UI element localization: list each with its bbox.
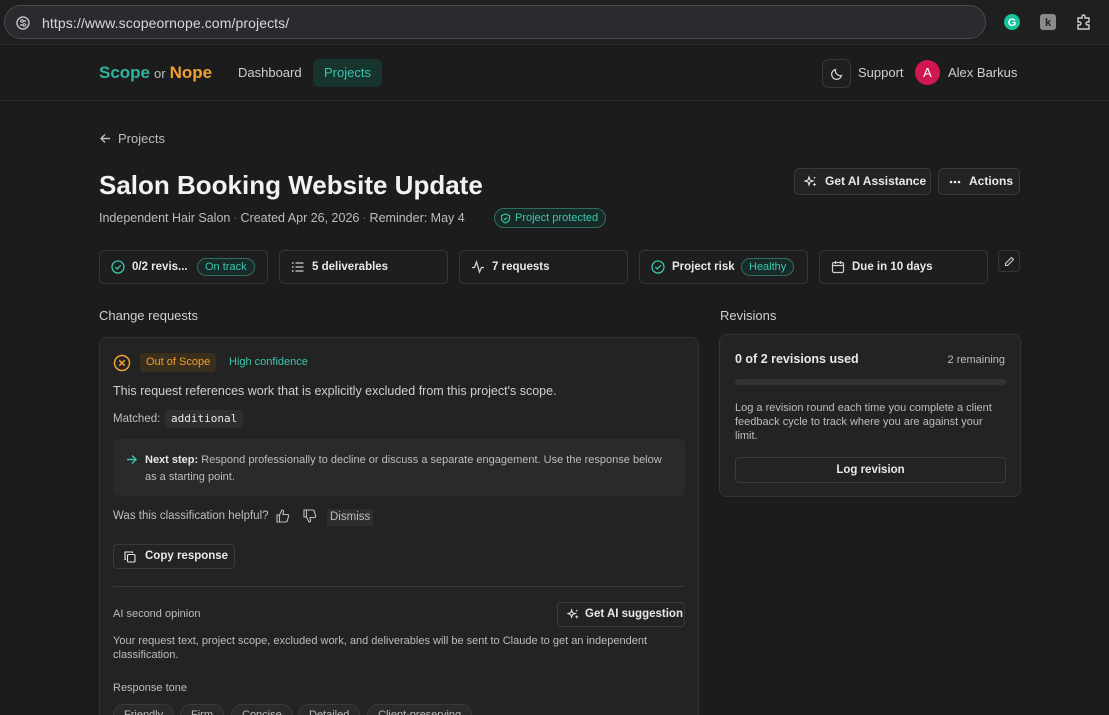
stat-revisions-label: 0/2 revis... xyxy=(132,261,188,273)
svg-text:G: G xyxy=(1008,17,1017,29)
tone-chip-detailed[interactable]: Detailed xyxy=(298,704,361,715)
divider xyxy=(113,586,685,587)
next-step-body: Respond professionally to decline or dis… xyxy=(145,454,662,483)
k-extension-icon[interactable]: k xyxy=(1039,13,1057,31)
puzzle-icon[interactable] xyxy=(1075,13,1093,31)
project-protected-badge: Project protected xyxy=(494,208,607,228)
matched-term: additional xyxy=(165,410,244,428)
activity-icon xyxy=(472,260,484,274)
copy-icon xyxy=(124,551,136,563)
stat-due-label: Due in 10 days xyxy=(852,261,933,273)
avatar[interactable]: A xyxy=(915,60,940,85)
page-title: Salon Booking Website Update xyxy=(99,170,483,200)
list-icon xyxy=(291,262,304,272)
nav-dashboard[interactable]: Dashboard xyxy=(230,59,310,87)
site-info-icon[interactable] xyxy=(15,15,31,31)
arrow-right-icon xyxy=(127,455,137,464)
thumbs-down-icon[interactable] xyxy=(302,508,318,524)
thumbs-up-icon[interactable] xyxy=(275,508,291,524)
user-name[interactable]: Alex Barkus xyxy=(948,65,1017,80)
calendar-icon xyxy=(831,261,845,274)
helpful-question: Was this classification helpful? xyxy=(113,510,269,522)
grammarly-icon[interactable]: G xyxy=(1003,13,1021,31)
pencil-icon xyxy=(1004,256,1015,267)
confidence-label: High confidence xyxy=(229,356,308,368)
support-link[interactable]: Support xyxy=(858,65,904,80)
status-badge: On track xyxy=(197,258,255,276)
theme-toggle-button[interactable] xyxy=(822,59,851,88)
created-date: Created Apr 26, 2026 xyxy=(240,211,360,225)
revisions-progress-bar xyxy=(735,379,1006,385)
app-header: Scope or Nope Dashboard Projects Support xyxy=(0,46,1109,101)
stat-risk[interactable]: Project risk Healthy xyxy=(639,250,808,284)
copy-response-button[interactable]: Copy response xyxy=(113,544,235,569)
get-ai-suggestion-label: Get AI suggestion xyxy=(585,608,683,620)
edit-button[interactable] xyxy=(998,250,1020,272)
address-bar[interactable]: https://www.scopeornope.com/projects/ xyxy=(4,5,986,39)
next-step-box: Next step: Respond professionally to dec… xyxy=(113,439,685,496)
copy-response-label: Copy response xyxy=(145,550,229,562)
get-ai-assistance-label: Get AI Assistance xyxy=(825,174,927,188)
sparkles-icon xyxy=(567,608,579,619)
logo[interactable]: Scope or Nope xyxy=(99,63,212,83)
risk-badge: Healthy xyxy=(741,258,795,276)
x-circle-icon xyxy=(113,354,131,372)
logo-or: or xyxy=(154,66,166,81)
logo-scope: Scope xyxy=(99,63,151,82)
next-step-label: Next step: xyxy=(145,454,199,466)
stat-risk-label: Project risk xyxy=(672,261,735,273)
change-requests-heading: Change requests xyxy=(99,308,199,323)
tone-chip-friendly[interactable]: Friendly xyxy=(113,704,175,715)
revisions-remaining: 2 remaining xyxy=(947,354,1005,366)
check-circle-icon xyxy=(111,260,125,274)
nav-projects[interactable]: Projects xyxy=(313,59,382,87)
arrow-left-icon xyxy=(100,134,110,143)
url-text[interactable]: https://www.scopeornope.com/projects/ xyxy=(42,15,289,31)
svg-text:k: k xyxy=(1045,17,1052,29)
stat-requests[interactable]: 7 requests xyxy=(459,250,628,284)
request-description: This request references work that is exp… xyxy=(113,384,557,398)
moon-icon xyxy=(830,68,843,81)
actions-label: Actions xyxy=(969,174,1014,188)
stat-requests-label: 7 requests xyxy=(492,261,550,273)
out-of-scope-badge: Out of Scope xyxy=(140,353,217,372)
logo-nope: Nope xyxy=(169,63,213,82)
stat-deliverables[interactable]: 5 deliverables xyxy=(279,250,448,284)
dismiss-button[interactable]: Dismiss xyxy=(327,509,374,526)
client-name: Independent Hair Salon xyxy=(99,211,231,225)
tone-chip-client-preserving[interactable]: Client-preserving xyxy=(367,704,473,715)
second-opinion-label: AI second opinion xyxy=(113,608,201,620)
tone-chip-firm[interactable]: Firm xyxy=(180,704,224,715)
get-ai-suggestion-button[interactable]: Get AI suggestion xyxy=(557,602,685,627)
project-meta: Independent Hair Salon · Created Apr 26, 2… xyxy=(99,211,465,225)
revisions-card: 0 of 2 revisions used 2 remaining Log a … xyxy=(719,334,1021,497)
second-opinion-description: Your request text, project scope, exclud… xyxy=(113,635,648,661)
browser-toolbar: https://www.scopeornope.com/projects/ G … xyxy=(0,0,1109,45)
revisions-used: 0 of 2 revisions used xyxy=(735,352,859,366)
stat-revisions[interactable]: 0/2 revis... On track xyxy=(99,250,268,284)
response-tone-label: Response tone xyxy=(113,682,187,694)
get-ai-assistance-button[interactable]: Get AI Assistance xyxy=(794,168,931,195)
next-step-text: Next step: Respond professionally to dec… xyxy=(145,452,675,486)
more-horizontal-icon xyxy=(949,180,961,184)
stat-due[interactable]: Due in 10 days xyxy=(819,250,988,284)
stat-deliverables-label: 5 deliverables xyxy=(312,261,389,273)
revisions-heading: Revisions xyxy=(720,308,777,323)
change-request-card: Out of Scope High confidence This reques… xyxy=(99,337,699,715)
back-label: Projects xyxy=(118,131,165,146)
protected-label: Project protected xyxy=(515,212,599,224)
actions-button[interactable]: Actions xyxy=(938,168,1020,195)
sparkles-icon xyxy=(804,175,817,187)
shield-check-icon xyxy=(500,213,511,224)
revisions-description: Log a revision round each time you compl… xyxy=(735,402,992,442)
tone-chip-concise[interactable]: Concise xyxy=(231,704,293,715)
check-circle-icon xyxy=(651,260,665,274)
reminder-date: Reminder: May 4 xyxy=(369,211,465,225)
matched-label: Matched: xyxy=(113,413,161,425)
log-revision-button[interactable]: Log revision xyxy=(735,457,1006,483)
back-to-projects-link[interactable]: Projects xyxy=(99,131,165,146)
